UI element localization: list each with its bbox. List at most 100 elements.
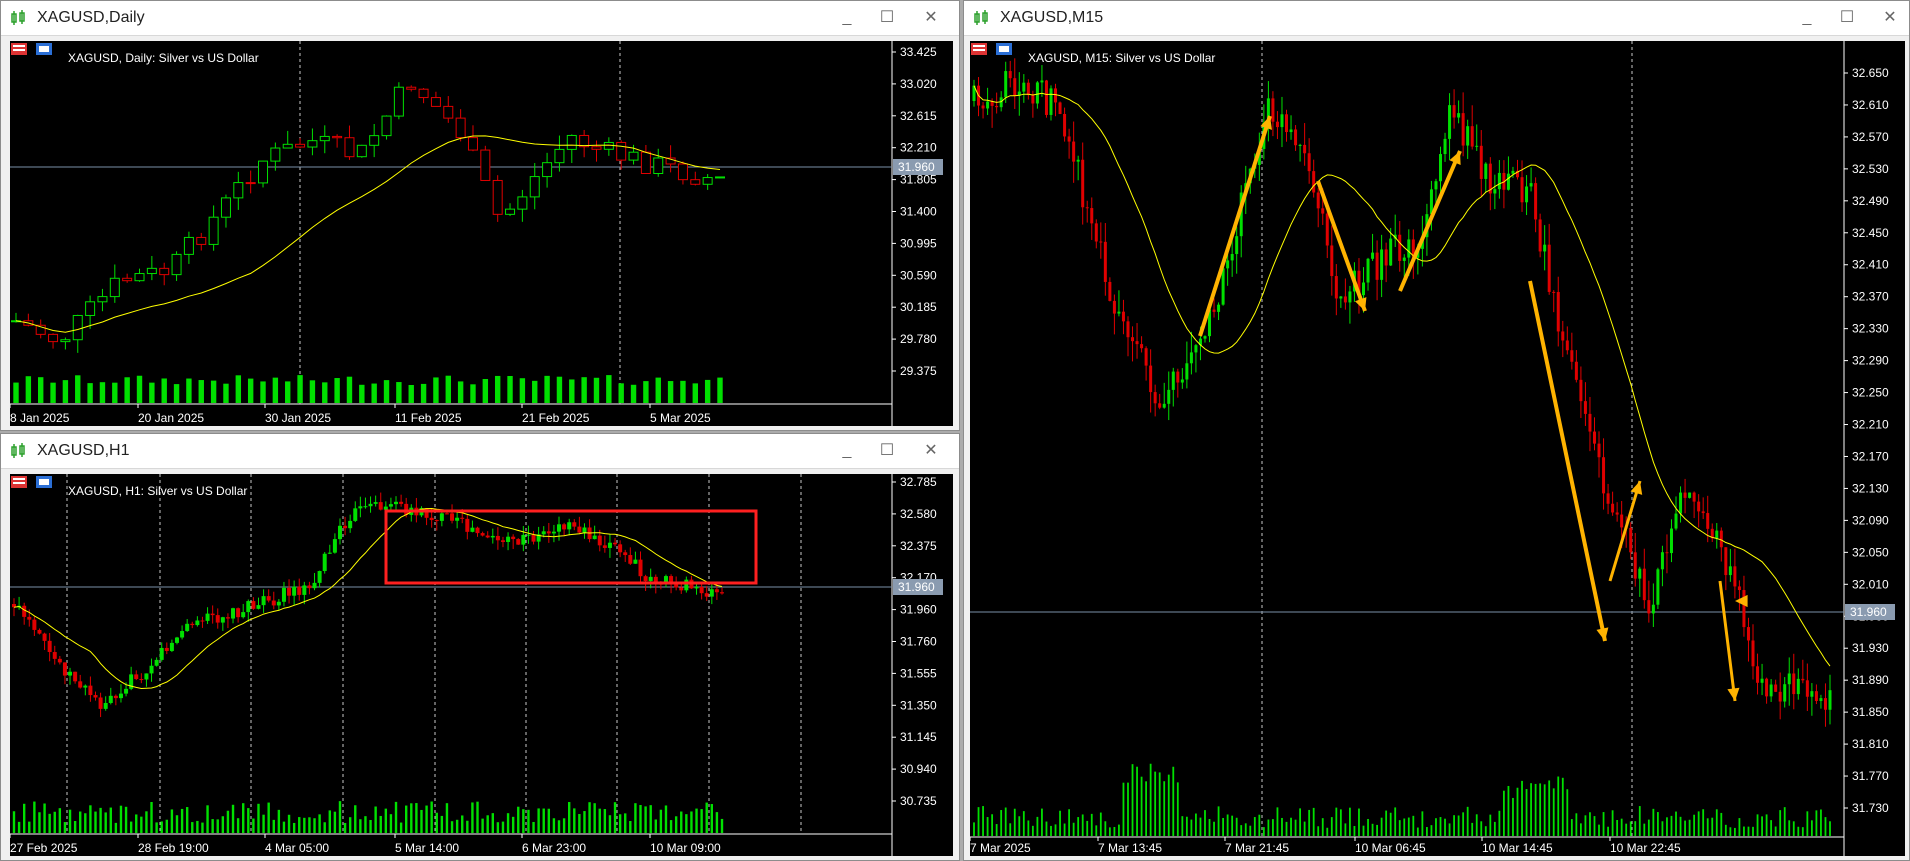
candle-body [521,534,526,545]
candle-body [1362,282,1366,296]
candle-body [1085,207,1089,209]
candle-body [109,277,120,298]
price-tag-label: 31.960 [1850,605,1887,619]
x-tick-label: 7 Mar 13:45 [1098,841,1162,855]
moving-average-line [15,135,721,333]
chart-daily[interactable]: 33.425 33.020 32.615 32.210 31.805 31.400 30.9… [10,41,953,426]
x-tick-label: 27 Feb 2025 [10,841,78,855]
titlebar-m15[interactable]: XAGUSD,M15 _ ☐ ✕ [964,1,1909,36]
candle-body [103,702,108,709]
window-daily[interactable]: XAGUSD,Daily _ ☐ ✕ 33.425 33.020 32.615 32.… [0,0,960,431]
titlebar-h1[interactable]: XAGUSD,H1 _ ☐ ✕ [1,434,959,469]
candle-body [146,267,157,275]
candle-body [1760,678,1764,683]
y-tick-label: 30.995 [900,236,937,250]
candle-body [485,535,490,538]
candle-body [1497,172,1501,190]
y-tick-label: 31.760 [900,635,937,649]
candle-body [633,559,638,564]
candle-body [1316,192,1320,209]
candle-body [1434,181,1438,190]
y-tick-label: 32.370 [1852,290,1889,304]
candle-body [1651,604,1655,614]
candle-body [208,216,219,245]
y-tick-label: 32.610 [1852,98,1889,112]
minimize-button[interactable]: _ [834,7,860,29]
candle-body [618,544,623,553]
candle-body [159,267,170,276]
candle-body [1135,341,1139,345]
candle-body [1375,252,1379,280]
window-h1[interactable]: XAGUSD,H1 _ ☐ ✕ 32.785 32.580 32.375 32.170… [0,433,960,861]
chart-m15[interactable]: 32.650 32.610 32.570 32.530 32.490 32.450 32.4… [970,41,1905,856]
y-tick-label: 31.930 [1852,641,1889,655]
candle-body [460,517,465,519]
candle-body [480,149,491,181]
candle-body [517,196,528,210]
x-tick-label: 10 Mar 22:45 [1610,841,1681,855]
candle-body [180,631,185,638]
candle-body [48,333,59,343]
candle-body [1570,350,1574,362]
candle-body [572,522,577,527]
minimize-button[interactable]: _ [1794,7,1820,29]
candle-body [383,506,388,510]
chart-canvas-m15[interactable]: 32.650 32.610 32.570 32.530 32.490 32.450 32.4… [970,41,1905,856]
candle-body [720,592,724,594]
candle-body [418,88,429,99]
y-tick-label: 32.170 [1852,449,1889,463]
close-button[interactable]: ✕ [1877,7,1903,29]
titlebar-daily[interactable]: XAGUSD,Daily _ ☐ ✕ [1,1,959,36]
candle-body [704,593,709,597]
candle-body [1647,600,1651,614]
y-tick-label: 31.400 [900,205,937,219]
y-tick-label: 30.940 [900,762,937,776]
chart-canvas-daily[interactable]: 33.42533.02032.61532.21031.80531.40030.9… [10,41,953,426]
y-tick-label: 32.450 [1852,226,1889,240]
candle-body [1792,673,1796,695]
candle-body [475,527,480,534]
candle-body [381,115,392,137]
candle-body [1303,144,1307,154]
candle-body [715,176,725,179]
window-m15[interactable]: XAGUSD,M15 _ ☐ ✕ 32.650 32.610 32.570 32.53… [963,0,1910,861]
x-tick-label: 7 Mar 21:45 [1225,841,1289,855]
candle-body [134,273,145,282]
candle-body [495,535,500,541]
candle-body [266,596,271,601]
close-button[interactable]: ✕ [918,440,944,462]
y-tick-label: 30.185 [900,300,937,314]
candle-body [1592,431,1596,444]
candle-body [343,525,348,529]
candle-body [1697,501,1701,512]
maximize-button[interactable]: ☐ [874,7,900,29]
candle-body [332,135,343,139]
candle-body [1013,78,1017,96]
candle-body [1081,159,1085,208]
candle-body [307,140,318,148]
candle-body [1090,208,1094,224]
candle-body [1783,684,1787,702]
candle-body [1814,691,1818,701]
candle-body [98,697,103,709]
candle-body [394,501,399,505]
candle-body [1144,348,1148,366]
candle-body [430,97,441,107]
candle-body [404,503,409,515]
minimize-button[interactable]: _ [834,440,860,462]
close-button[interactable]: ✕ [918,7,944,29]
candle-body [1438,154,1442,182]
candle-body [694,586,699,589]
chart-h1[interactable]: 32.785 32.580 32.375 32.170 31.960 31.760 31.5… [10,474,953,856]
maximize-button[interactable]: ☐ [874,440,900,462]
candle-body [322,553,327,572]
y-tick-label: 32.615 [900,109,937,123]
candle-body [52,652,57,659]
y-tick-label: 33.425 [900,45,937,59]
candle-body [1280,114,1284,128]
candle-body [1692,492,1696,502]
maximize-button[interactable]: ☐ [1834,7,1860,29]
candle-body [511,536,516,540]
chart-canvas-h1[interactable]: 32.78532.58032.37532.17031.96031.76031.5… [10,474,953,856]
candle-body [653,157,664,175]
